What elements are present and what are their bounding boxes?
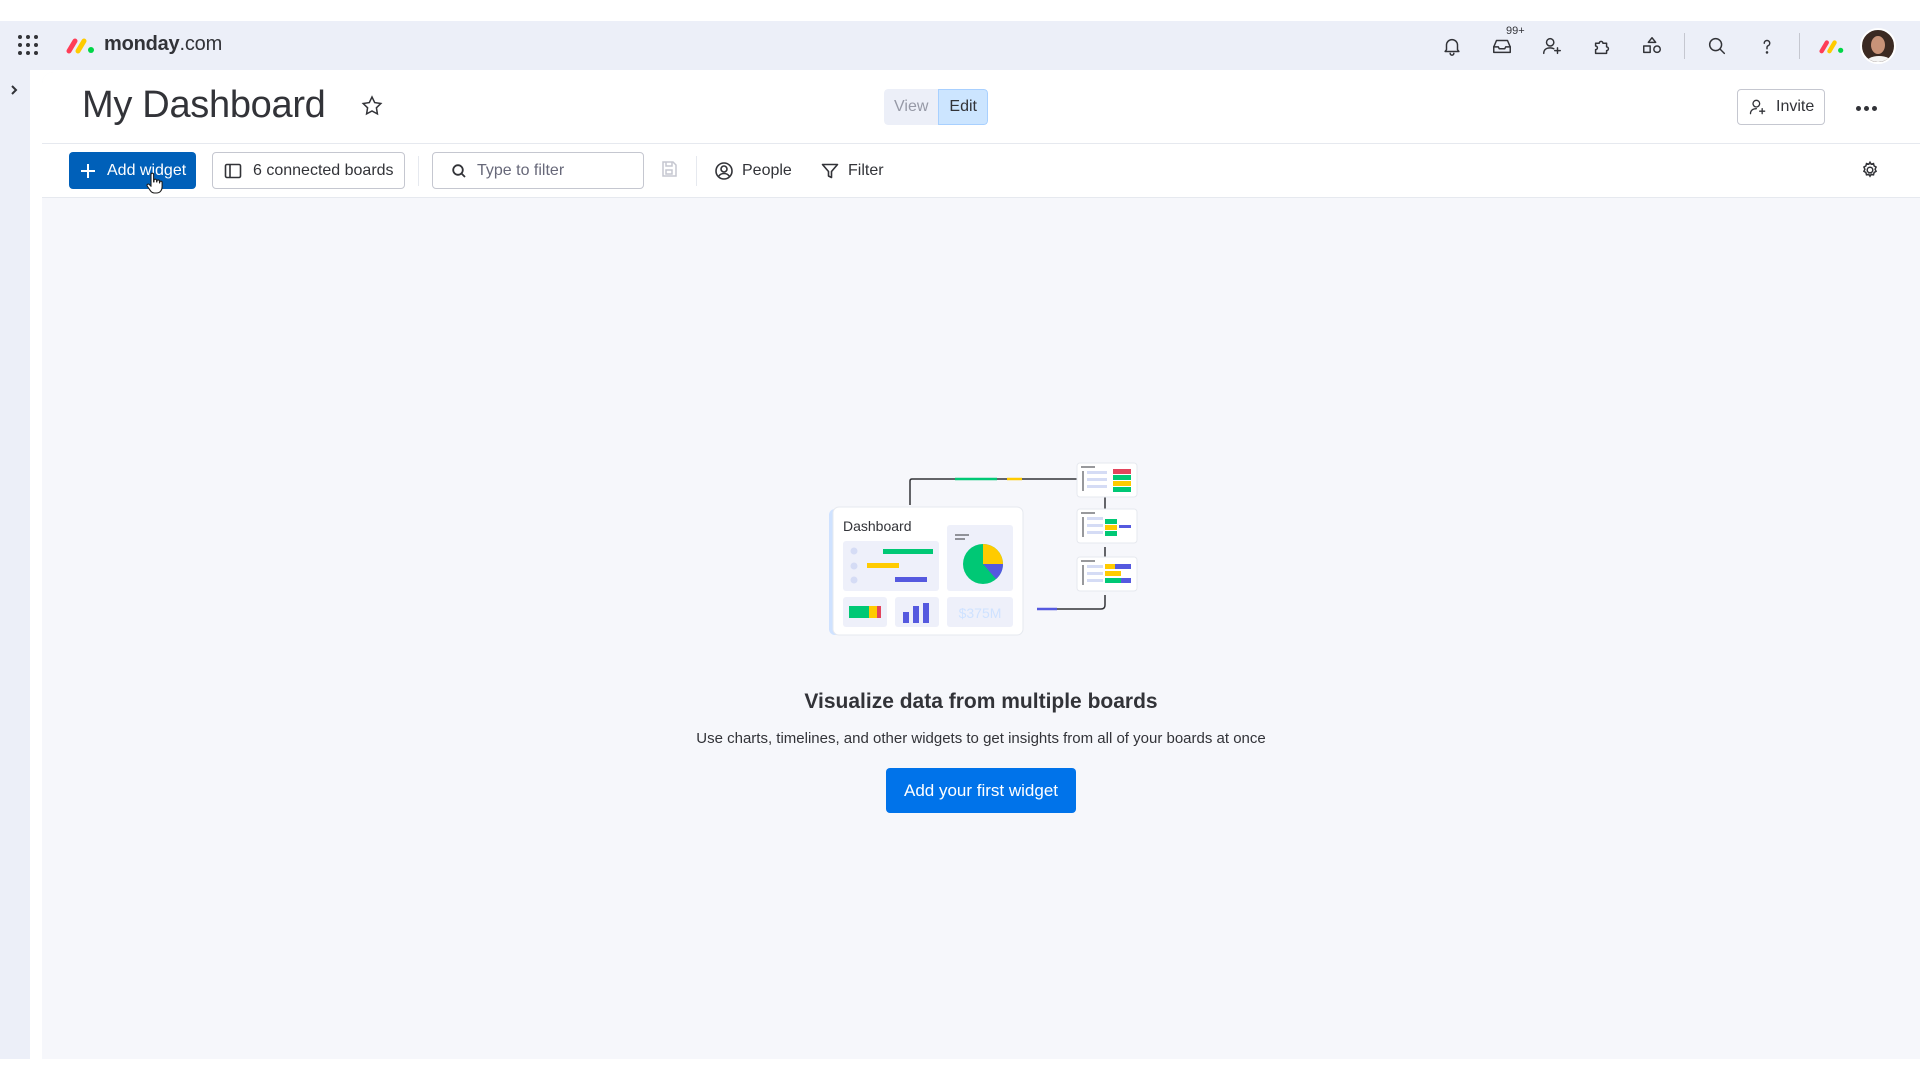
board-layout-icon [224, 163, 242, 178]
monday-logo[interactable]: monday.com [66, 33, 222, 56]
filter-search-box[interactable] [432, 152, 644, 189]
funnel-icon [821, 163, 839, 178]
apps-marketplace-icon[interactable] [1584, 28, 1620, 64]
monday-products-switcher-icon[interactable] [1814, 28, 1850, 64]
invite-label: Invite [1776, 98, 1815, 115]
left-sidebar-collapsed [0, 70, 30, 1059]
connected-boards-label: 6 connected boards [253, 161, 394, 179]
topbar-divider [1799, 32, 1800, 59]
notifications-bell-icon[interactable] [1434, 28, 1470, 64]
user-avatar[interactable] [1860, 27, 1896, 64]
invite-button[interactable]: Invite [1737, 89, 1826, 125]
people-filter-button[interactable]: People [706, 152, 800, 189]
add-widget-button[interactable]: Add widget [69, 152, 197, 189]
bottom-margin [0, 1059, 1920, 1080]
topbar-divider [1684, 32, 1685, 59]
inbox-icon[interactable]: 99+ [1484, 24, 1527, 64]
page-title[interactable]: My Dashboard [82, 84, 326, 127]
search-icon [452, 163, 466, 178]
connected-boards-button[interactable]: 6 connected boards [212, 152, 405, 189]
toolbar-divider [418, 156, 419, 186]
save-filter-icon[interactable] [660, 160, 682, 182]
people-label: People [742, 161, 792, 179]
search-icon[interactable] [1699, 28, 1735, 64]
toolbar-divider [696, 156, 697, 186]
integrations-hub-icon[interactable] [1634, 28, 1670, 64]
multi-board-dashboard-illustration: Dashboard $375M [829, 462, 1138, 636]
monday-logo-mark-icon [66, 38, 94, 53]
expand-sidebar-chevron-right-icon[interactable] [4, 80, 24, 100]
plus-icon [81, 163, 95, 178]
dashboard-toolbar: Add widget 6 connected boards People Fil… [42, 144, 1920, 198]
inbox-count-badge: 99+ [1504, 24, 1527, 37]
favorite-star-icon[interactable] [360, 94, 386, 120]
view-mode-button[interactable]: View [884, 89, 939, 125]
add-first-widget-button[interactable]: Add your first widget [885, 768, 1076, 813]
app-switcher-grid-icon[interactable] [16, 33, 40, 57]
view-edit-toggle: View Edit [884, 89, 988, 125]
filter-search-input[interactable] [477, 161, 627, 180]
filter-label: Filter [848, 161, 884, 179]
edit-mode-button[interactable]: Edit [938, 89, 988, 125]
filter-button[interactable]: Filter [812, 152, 892, 189]
more-options-ellipsis-icon[interactable] [1850, 92, 1882, 124]
add-person-icon [1749, 99, 1766, 115]
top-margin [0, 0, 1920, 21]
empty-state-subtitle: Use charts, timelines, and other widgets… [696, 730, 1266, 747]
dashboard-settings-gear-icon[interactable] [1860, 160, 1882, 182]
person-circle-icon [715, 161, 733, 180]
brand-wordmark: monday.com [104, 33, 223, 55]
illustration-amount: $375M [959, 605, 1002, 621]
top-navigation-bar: monday.com 99+ [0, 21, 1920, 70]
illustration-card-title: Dashboard [843, 518, 912, 534]
invite-members-icon[interactable] [1534, 28, 1570, 64]
add-widget-label: Add widget [107, 161, 187, 179]
help-icon[interactable] [1749, 28, 1785, 64]
dashboard-header: My Dashboard View Edit Invite [42, 72, 1920, 144]
empty-state-title: Visualize data from multiple boards [804, 690, 1158, 713]
dashboard-main-panel: My Dashboard View Edit Invite Add widget… [42, 72, 1920, 1059]
